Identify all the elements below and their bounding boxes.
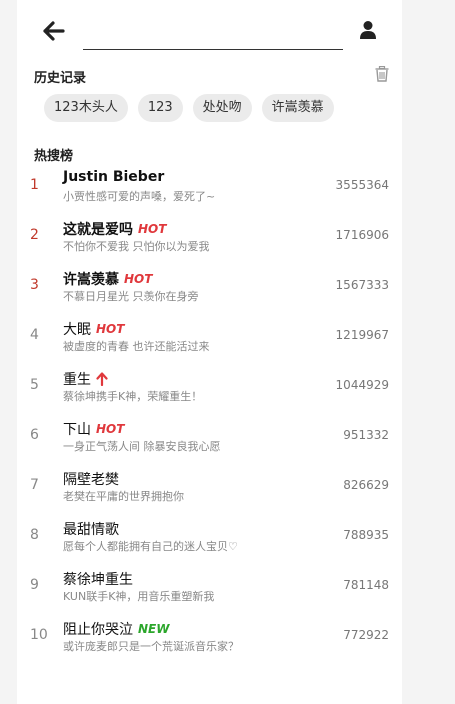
hot-search-list: 1 Justin Bieber 小贾性感可爱的声嗓，爱死了~ 3555364 2 这就是爱…	[17, 167, 402, 667]
rank-number: 7	[30, 477, 39, 493]
arrow-left-icon	[43, 21, 65, 41]
item-title: 阻止你哭泣	[63, 622, 133, 638]
search-count: 826629	[343, 478, 389, 492]
item-title: 下山	[63, 422, 91, 438]
hot-list-item[interactable]: 2 这就是爱吗 HOT 不怕你不爱我 只怕你以为爱我 1716906	[17, 217, 402, 267]
history-list: 123木头人 123 处处吻 许嵩羡慕	[44, 94, 334, 122]
hot-badge: HOT	[96, 322, 125, 336]
hot-badge: HOT	[138, 222, 167, 236]
rank-number: 1	[30, 177, 39, 193]
search-count: 1219967	[335, 328, 389, 342]
item-title-line: 许嵩羡慕 HOT	[63, 269, 152, 289]
item-title: 最甜情歌	[63, 522, 119, 538]
rank-number: 6	[30, 427, 39, 443]
top-bar	[17, 0, 402, 62]
hot-list-item[interactable]: 6 下山 HOT 一身正气荡人间 除暴安良我心愿 951332	[17, 417, 402, 467]
item-title: Justin Bieber	[63, 169, 165, 185]
search-underline	[83, 49, 343, 50]
hot-list-item[interactable]: 5 重生蔡徐坤携手K神，荣耀重生！ 1044929	[17, 367, 402, 417]
item-description: 老樊在平庸的世界拥抱你	[63, 490, 184, 503]
search-count: 951332	[343, 428, 389, 442]
trash-icon	[375, 66, 389, 82]
item-title-line: 重生	[63, 369, 108, 389]
rank-number: 8	[30, 527, 39, 543]
hot-badge: HOT	[124, 272, 153, 286]
hot-list-item[interactable]: 4 大眠 HOT 被虚度的青春 也许还能活过来 1219967	[17, 317, 402, 367]
search-count: 788935	[343, 528, 389, 542]
item-description: 不怕你不爱我 只怕你以为爱我	[63, 240, 210, 253]
rank-number: 3	[30, 277, 39, 293]
item-title-line: 阻止你哭泣 NEW	[63, 619, 169, 639]
clear-history-button[interactable]	[375, 66, 389, 82]
user-button[interactable]	[359, 20, 377, 40]
hot-list-item[interactable]: 8 最甜情歌愿每个人都能拥有自己的迷人宝贝♡ 788935	[17, 517, 402, 567]
search-count: 3555364	[335, 178, 389, 192]
item-description: KUN联手K神，用音乐重塑新我	[63, 590, 215, 603]
back-button[interactable]	[43, 20, 65, 42]
item-description: 蔡徐坤携手K神，荣耀重生！	[63, 390, 203, 403]
hot-badge: HOT	[96, 422, 125, 436]
hot-list-item[interactable]: 1 Justin Bieber 小贾性感可爱的声嗓，爱死了~ 3555364	[17, 167, 402, 217]
search-count: 1716906	[335, 228, 389, 242]
history-chip[interactable]: 123	[137, 94, 183, 122]
user-icon	[360, 21, 376, 39]
rank-number: 5	[30, 377, 39, 393]
item-title-line: Justin Bieber	[63, 169, 164, 185]
item-title-line: 下山 HOT	[63, 419, 124, 439]
search-count: 772922	[343, 628, 389, 642]
search-input[interactable]	[83, 20, 347, 42]
item-title-line: 蔡徐坤重生	[63, 569, 133, 589]
new-badge: NEW	[138, 622, 170, 636]
search-count: 781148	[343, 578, 389, 592]
item-description: 小贾性感可爱的声嗓，爱死了~	[63, 190, 216, 203]
item-description: 不慕日月星光 只羡你在身旁	[63, 290, 199, 303]
item-title: 这就是爱吗	[63, 222, 133, 238]
item-title: 重生	[63, 372, 91, 388]
hot-list-item[interactable]: 7 隔壁老樊老樊在平庸的世界拥抱你 826629	[17, 467, 402, 517]
item-title-line: 隔壁老樊	[63, 469, 119, 489]
item-description: 愿每个人都能拥有自己的迷人宝贝♡	[63, 540, 238, 553]
hot-list-item[interactable]: 3 许嵩羡慕 HOT 不慕日月星光 只羡你在身旁 1567333	[17, 267, 402, 317]
rank-number: 10	[30, 627, 48, 643]
rank-number: 2	[30, 227, 39, 243]
search-count: 1044929	[335, 378, 389, 392]
hot-list-item[interactable]: 10 阻止你哭泣 NEW 或许庞麦郎只是一个荒诞派音乐家？ 772922	[17, 617, 402, 667]
item-description: 或许庞麦郎只是一个荒诞派音乐家？	[63, 640, 239, 653]
item-title-line: 最甜情歌	[63, 519, 119, 539]
item-description: 被虚度的青春 也许还能活过来	[63, 340, 210, 353]
item-title: 隔壁老樊	[63, 472, 119, 488]
history-chip[interactable]: 123木头人	[44, 94, 128, 122]
item-title: 大眠	[63, 322, 91, 338]
history-title: 历史记录	[34, 71, 87, 86]
item-description: 一身正气荡人间 除暴安良我心愿	[63, 440, 221, 453]
search-page: 历史记录 123木头人 123 处处吻 许嵩羡慕 热搜榜 1 Justin Bie…	[17, 0, 402, 704]
rank-number: 4	[30, 327, 39, 343]
item-title: 许嵩羡慕	[63, 272, 119, 288]
item-title-line: 这就是爱吗 HOT	[63, 219, 166, 239]
search-count: 1567333	[335, 278, 389, 292]
rank-number: 9	[30, 577, 39, 593]
hot-list-item[interactable]: 9 蔡徐坤重生 KUN联手K神，用音乐重塑新我 781148	[17, 567, 402, 617]
history-chip[interactable]: 处处吻	[192, 94, 252, 122]
up-arrow-icon	[96, 372, 108, 386]
item-title-line: 大眠 HOT	[63, 319, 124, 339]
history-chip[interactable]: 许嵩羡慕	[261, 94, 334, 122]
hot-list-title: 热搜榜	[34, 149, 74, 164]
item-title: 蔡徐坤重生	[63, 572, 133, 588]
